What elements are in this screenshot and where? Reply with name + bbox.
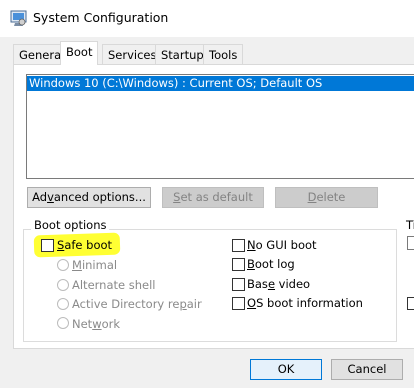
tab-tools[interactable]: Tools [203,44,244,64]
network-label: Network [72,317,121,331]
cancel-button[interactable]: Cancel [331,359,403,380]
active-directory-repair-label: Active Directory repair [72,297,202,311]
make-permanent-checkbox-partial[interactable] [407,297,414,310]
timeout-label-partial: Ti [406,218,414,232]
os-boot-information-checkbox[interactable] [232,297,245,310]
advanced-options-label: Advanced options... [32,190,146,204]
set-as-default-label: Set as default [173,190,253,204]
base-video-checkbox[interactable] [232,278,245,291]
tab-boot[interactable]: Boot [60,41,99,65]
delete-button[interactable]: Delete [275,187,378,208]
network-radio[interactable] [57,317,69,329]
boot-log-checkbox[interactable] [232,258,245,271]
safe-boot-label[interactable]: Safe boot [57,238,112,252]
timeout-input-partial[interactable] [407,236,414,250]
msconfig-icon [10,10,27,26]
active-directory-repair-radio[interactable] [57,298,69,310]
system-configuration-window: System Configuration General Boot Servic… [0,0,414,388]
boot-log-label[interactable]: Boot log [247,257,295,271]
no-gui-boot-label[interactable]: No GUI boot [247,238,317,252]
ok-button[interactable]: OK [250,359,322,380]
tab-services[interactable]: Services [102,44,163,64]
minimal-radio[interactable] [57,259,69,271]
no-gui-boot-checkbox[interactable] [232,239,245,252]
boot-options-label: Boot options [31,218,110,232]
window-title: System Configuration [33,10,169,25]
set-as-default-button[interactable]: Set as default [162,187,264,208]
alternate-shell-label: Alternate shell [72,278,156,292]
tab-startup[interactable]: Startup [155,44,210,64]
os-boot-information-label[interactable]: OS boot information [247,296,363,310]
os-list-item[interactable]: Windows 10 (C:\Windows) : Current OS; De… [27,76,414,91]
advanced-options-button[interactable]: Advanced options... [27,187,151,208]
alternate-shell-radio[interactable] [57,279,69,291]
safe-boot-checkbox[interactable] [41,239,54,252]
base-video-label[interactable]: Base video [247,277,310,291]
minimal-label: Minimal [72,258,118,272]
delete-label: Delete [307,190,346,204]
